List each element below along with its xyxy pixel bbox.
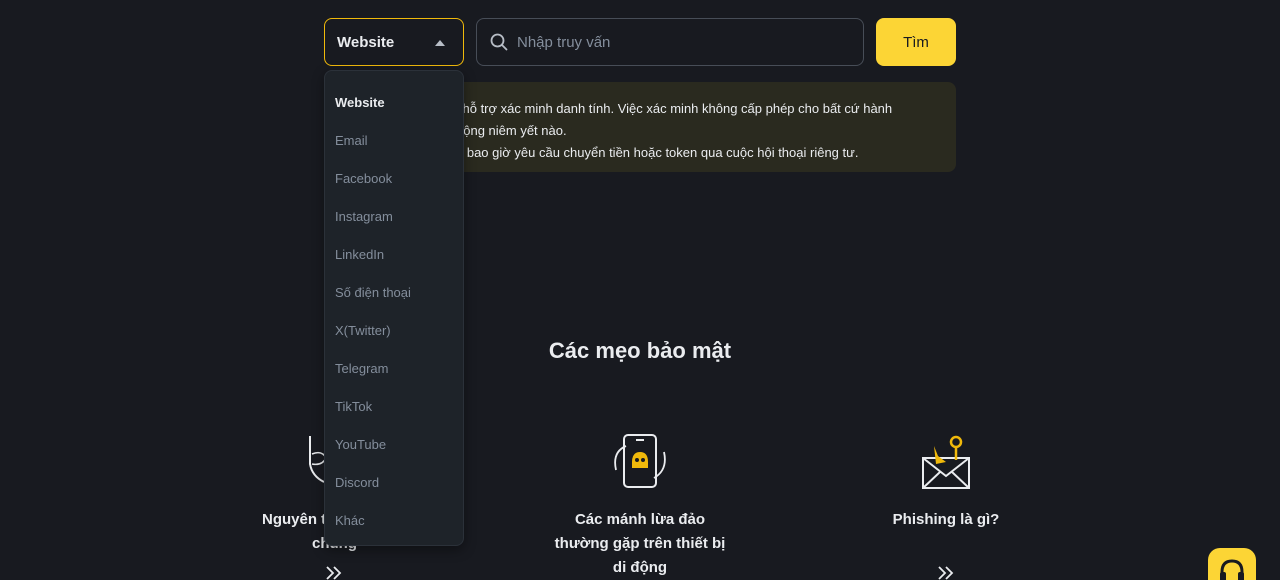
search-box[interactable]	[476, 18, 864, 66]
dropdown-option-website[interactable]: Website	[325, 83, 463, 121]
support-chat-button[interactable]	[1208, 548, 1256, 580]
dropdown-option-linkedin[interactable]: LinkedIn	[325, 235, 463, 273]
dropdown-option-email[interactable]: Email	[325, 121, 463, 159]
notice-line-2: động niêm yết nào.	[456, 123, 567, 138]
notice-line-1: i hỗ trợ xác minh danh tính. Việc xác mi…	[456, 101, 893, 116]
channel-select[interactable]: Website	[324, 18, 464, 66]
phishing-envelope-icon	[922, 435, 970, 489]
search-button[interactable]: Tìm	[876, 18, 956, 66]
dropdown-option-tiktok[interactable]: TikTok	[325, 387, 463, 425]
search-icon	[490, 33, 508, 51]
dropdown-option-instagram[interactable]: Instagram	[325, 197, 463, 235]
card-3-title: Phishing là gì?	[892, 511, 1000, 528]
security-tips-title: Các mẹo bảo mật	[548, 338, 732, 363]
double-chevron-right-icon[interactable]	[937, 566, 955, 580]
phone-scam-icon	[614, 434, 666, 488]
dropdown-option-other[interactable]: Khác	[325, 501, 463, 539]
dropdown-option-phone[interactable]: Số điện thoại	[325, 273, 463, 311]
notice-line-3: g bao giờ yêu cầu chuyển tiền hoặc token…	[456, 145, 859, 160]
dropdown-option-facebook[interactable]: Facebook	[325, 159, 463, 197]
dropdown-option-discord[interactable]: Discord	[325, 463, 463, 501]
headset-icon	[1220, 559, 1244, 580]
dropdown-option-twitter[interactable]: X(Twitter)	[325, 311, 463, 349]
dropdown-option-youtube[interactable]: YouTube	[325, 425, 463, 463]
search-input[interactable]	[517, 33, 837, 51]
caret-up-icon	[435, 40, 445, 46]
card-2-title: Các mánh lừa đảo thường gặp trên thiết b…	[554, 511, 726, 576]
channel-dropdown[interactable]: Website Email Facebook Instagram LinkedI…	[324, 70, 464, 546]
channel-select-value: Website	[337, 33, 395, 51]
double-chevron-right-icon[interactable]	[325, 566, 343, 580]
dropdown-option-telegram[interactable]: Telegram	[325, 349, 463, 387]
